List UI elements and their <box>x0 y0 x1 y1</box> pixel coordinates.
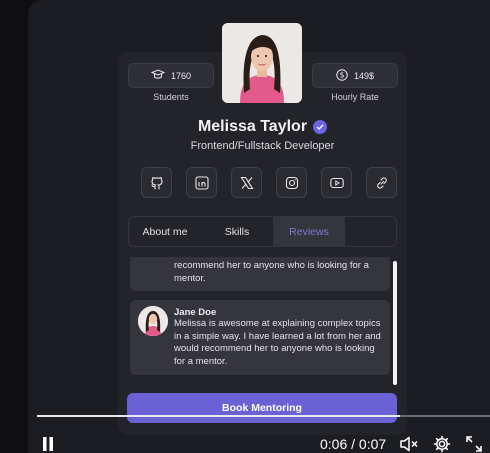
video-time: 0:06 / 0:07 <box>320 436 387 452</box>
profile-name: Melissa Taylor <box>197 118 308 135</box>
hourly-rate-label: Hourly Rate <box>331 92 379 102</box>
graduation-cap-icon <box>150 69 166 82</box>
github-button[interactable] <box>141 167 172 198</box>
tab-reviews[interactable]: Reviews <box>273 217 345 246</box>
review-card: Jane Doe Melissa is awesome at explainin… <box>130 300 390 375</box>
reviews-scrollbar[interactable] <box>393 261 397 385</box>
review-text-line: recommend her to anyone who is looking f… <box>174 260 369 271</box>
profile-role: Frontend/Fullstack Developer <box>190 140 335 152</box>
link-icon <box>376 176 387 189</box>
video-progress-remaining[interactable] <box>400 415 490 417</box>
link-button[interactable] <box>366 167 397 198</box>
hourly-rate-stat: $ 149$ <box>312 63 398 88</box>
instagram-button[interactable] <box>276 167 307 198</box>
linkedin-icon <box>194 175 209 190</box>
social-links <box>141 167 397 198</box>
review-text-line: mentor. <box>174 272 206 284</box>
review-text: Melissa is awesome at explaining complex… <box>174 318 381 367</box>
reviewer-avatar <box>138 306 168 336</box>
video-controls: 0:06 / 0:07 <box>0 427 490 453</box>
students-stat: 1760 <box>128 63 214 88</box>
profile-tabs: About me Skills Reviews <box>128 216 397 247</box>
settings-gear-icon[interactable] <box>433 435 451 453</box>
svg-text:$: $ <box>340 70 345 79</box>
students-value: 1760 <box>170 70 192 81</box>
youtube-button[interactable] <box>321 167 352 198</box>
tab-about-me[interactable]: About me <box>129 217 201 246</box>
name-row: Melissa Taylor <box>118 118 407 136</box>
video-progress-played[interactable] <box>37 415 400 417</box>
instagram-icon <box>285 176 298 189</box>
tab-skills[interactable]: Skills <box>201 217 273 246</box>
x-icon <box>239 176 254 189</box>
book-mentoring-button[interactable]: Book Mentoring <box>127 393 397 423</box>
verified-badge-icon <box>313 120 328 134</box>
fullscreen-icon[interactable] <box>465 435 483 453</box>
profile-photo <box>222 23 302 103</box>
pause-icon[interactable] <box>41 436 55 453</box>
review-card: recommend her to anyone who is looking f… <box>130 257 390 291</box>
students-label: Students <box>153 92 189 102</box>
linkedin-button[interactable] <box>186 167 217 198</box>
mute-icon[interactable] <box>400 435 419 453</box>
dollar-icon: $ <box>336 68 348 83</box>
reviews-list[interactable]: recommend her to anyone who is looking f… <box>128 257 397 383</box>
x-button[interactable] <box>231 167 262 198</box>
reviewer-name: Jane Doe <box>174 307 217 318</box>
github-icon <box>150 176 163 190</box>
youtube-icon <box>329 177 344 188</box>
hourly-rate-value: 149$ <box>353 70 375 81</box>
